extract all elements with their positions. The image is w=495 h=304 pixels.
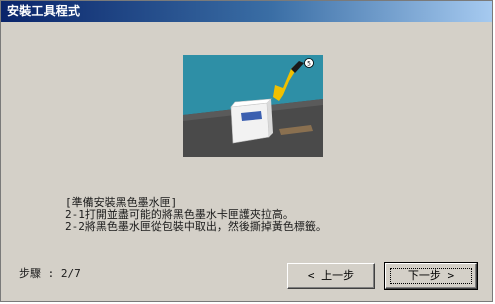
title-bar: 安裝工具程式: [1, 1, 492, 22]
back-button[interactable]: < 上一步: [287, 263, 375, 289]
next-button-label: 下一步 >: [407, 269, 455, 282]
window-title: 安裝工具程式: [7, 4, 81, 18]
instruction-step-2-2: 2-2將黑色墨水匣從包裝中取出，然後撕掉黃色標籤。: [65, 220, 327, 233]
ink-cartridge-illustration: 5: [183, 55, 323, 157]
next-button[interactable]: 下一步 >: [384, 262, 478, 290]
tape-badge-number: 5: [307, 61, 311, 68]
installer-window: 安裝工具程式 5 [準備安裝黑色墨水匣] 2-1打開並盡可能的將黑色墨水卡匣護夾…: [0, 0, 493, 302]
step-indicator: 步驟 : 2/7: [19, 267, 81, 280]
instructions-text: [準備安裝黑色墨水匣] 2-1打開並盡可能的將黑色墨水卡匣護夾拉高。 2-2將黑…: [65, 197, 485, 233]
back-button-label: < 上一步: [307, 269, 355, 282]
